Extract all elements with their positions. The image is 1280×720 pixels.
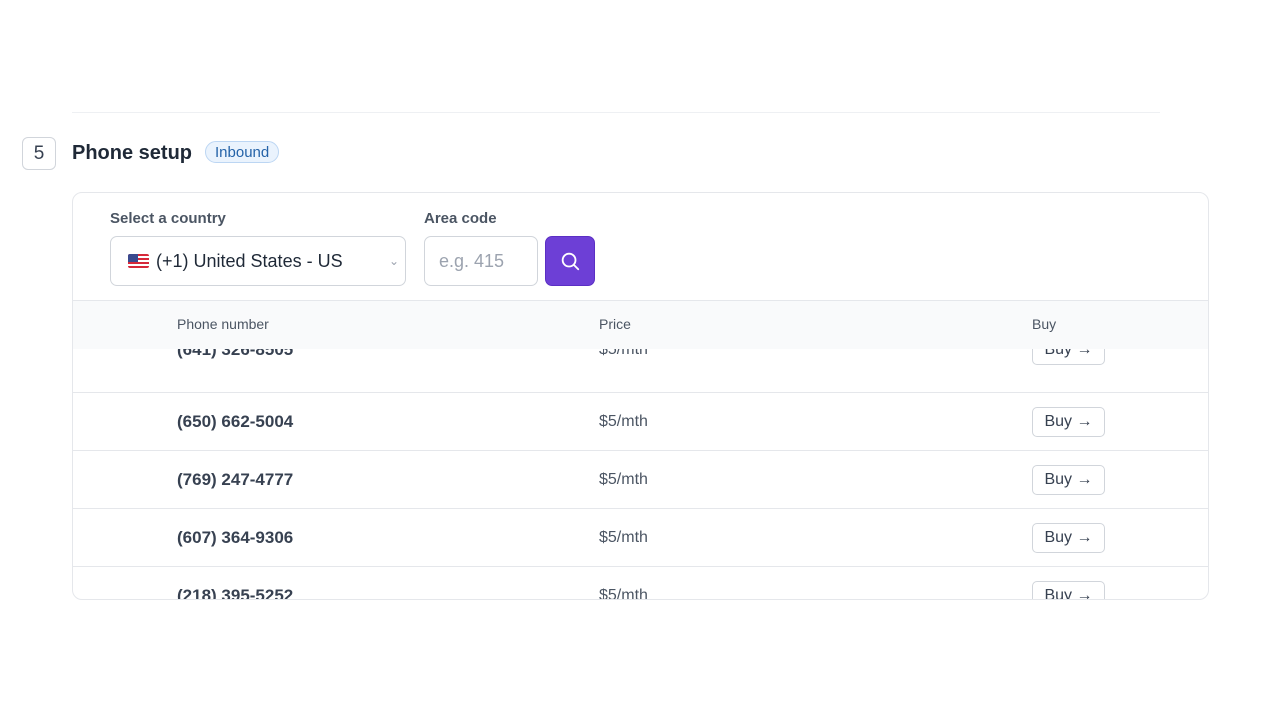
section-title: Phone setup xyxy=(72,142,193,164)
table-row: (607) 364-9306 $5/mth Buy → xyxy=(73,509,1208,567)
table-row: (641) 326-8505 $5/mth Buy → xyxy=(73,349,1208,393)
price: $5/mth xyxy=(599,471,648,488)
phone-number: (607) 364-9306 xyxy=(177,528,294,547)
table-row: (650) 662-5004 $5/mth Buy → xyxy=(73,393,1208,451)
search-button[interactable] xyxy=(545,236,595,286)
area-code-label: Area code xyxy=(424,210,497,227)
table-row: (218) 395-5252 $5/mth Buy → xyxy=(73,567,1208,600)
table-row: (769) 247-4777 $5/mth Buy → xyxy=(73,451,1208,509)
step-number-badge: 5 xyxy=(22,137,56,170)
buy-button[interactable]: Buy → xyxy=(1032,581,1105,599)
price: $5/mth xyxy=(599,529,648,546)
search-icon xyxy=(561,252,580,271)
inbound-tag: Inbound xyxy=(205,141,280,163)
phone-number: (650) 662-5004 xyxy=(177,412,294,431)
column-header-phone-number: Phone number xyxy=(177,316,269,332)
price: $5/mth xyxy=(599,349,648,358)
column-header-buy: Buy xyxy=(1032,316,1057,332)
us-flag-icon xyxy=(128,254,149,268)
buy-button[interactable]: Buy → xyxy=(1032,523,1105,553)
phone-setup-card: Select a country Area code (+1) United S… xyxy=(72,192,1209,600)
buy-button[interactable]: Buy → xyxy=(1032,407,1105,437)
section-divider xyxy=(72,112,1160,113)
area-code-input[interactable] xyxy=(424,236,538,286)
column-header-price: Price xyxy=(599,316,631,332)
table-header: Phone number Price Buy xyxy=(73,300,1208,349)
buy-button[interactable]: Buy → xyxy=(1032,349,1105,365)
phone-number: (218) 395-5252 xyxy=(177,586,294,600)
phone-number: (769) 247-4777 xyxy=(177,470,294,489)
country-label: Select a country xyxy=(110,210,226,227)
chevron-down-icon: ⌄ xyxy=(388,254,399,268)
buy-button[interactable]: Buy → xyxy=(1032,465,1105,495)
price: $5/mth xyxy=(599,413,648,430)
country-select[interactable]: (+1) United States - US ⌄ xyxy=(110,236,406,286)
price: $5/mth xyxy=(599,587,648,600)
phone-number-list[interactable]: (641) 326-8505 $5/mth Buy → (650) 662-50… xyxy=(73,349,1208,600)
country-select-value: (+1) United States - US xyxy=(156,250,343,271)
phone-number: (641) 326-8505 xyxy=(177,349,294,359)
